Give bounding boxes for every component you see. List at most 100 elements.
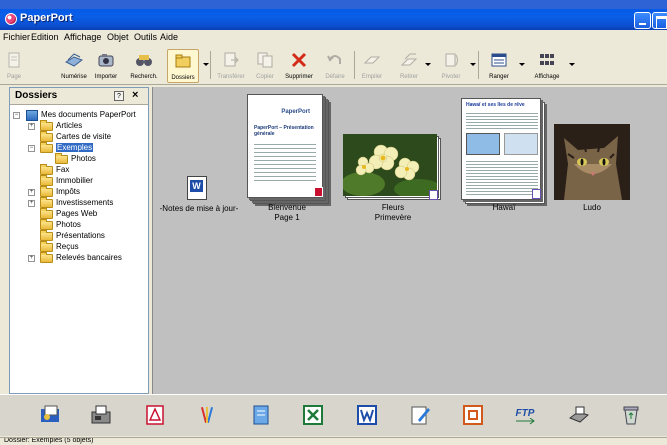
recherche-button[interactable]: Recherch. bbox=[129, 49, 159, 83]
dossiers-button[interactable]: Dossiers bbox=[167, 49, 199, 83]
page-button[interactable]: Page bbox=[3, 49, 25, 83]
tree-item-photos-sub[interactable]: Photos bbox=[43, 153, 148, 165]
empiler-label: Empiler bbox=[361, 74, 383, 80]
ftp-icon[interactable]: FTP bbox=[514, 404, 536, 426]
tree-item-mes-documents[interactable]: − Mes documents PaperPort bbox=[13, 110, 148, 121]
hawai-thumbnail[interactable]: Hawaï et ses îles de rêve bbox=[461, 98, 547, 206]
menu-affichage[interactable]: Affichage bbox=[64, 32, 101, 42]
close-icon[interactable]: × bbox=[132, 89, 138, 101]
tree-label: Immobilier bbox=[56, 176, 93, 185]
ranger-dropdown-icon[interactable] bbox=[519, 63, 525, 66]
empiler-button[interactable]: Empiler bbox=[358, 49, 386, 83]
tree-item-releves-bancaires[interactable]: + Relevés bancaires bbox=[28, 252, 148, 264]
title-strip bbox=[0, 0, 667, 9]
fax-icon[interactable] bbox=[90, 404, 112, 426]
notepad-icon[interactable] bbox=[250, 404, 272, 426]
recycle-bin-icon[interactable] bbox=[620, 404, 642, 426]
minimize-button[interactable] bbox=[634, 12, 651, 29]
supprimer-button[interactable]: Supprimer bbox=[282, 49, 316, 83]
tree-label: Fax bbox=[56, 165, 70, 174]
scanner-icon[interactable] bbox=[568, 404, 590, 426]
ludo-thumbnail[interactable] bbox=[554, 124, 630, 202]
expand-icon[interactable]: + bbox=[28, 123, 35, 130]
page-icon bbox=[8, 52, 20, 68]
tree-label: Présentations bbox=[56, 231, 105, 240]
outlook-icon[interactable] bbox=[39, 404, 61, 426]
tree-label: Relevés bancaires bbox=[56, 253, 122, 262]
powerpoint-icon[interactable] bbox=[462, 404, 484, 426]
folder-icon bbox=[55, 153, 68, 164]
notes-thumbnail[interactable]: W bbox=[187, 176, 209, 202]
menu-outils[interactable]: Outils bbox=[134, 32, 157, 42]
ftp-arrows-icon bbox=[516, 418, 535, 425]
paperport-logo: PaperPort bbox=[281, 109, 310, 115]
word-icon[interactable] bbox=[356, 404, 378, 426]
collapse-icon[interactable]: − bbox=[13, 112, 20, 119]
menu-bar: Fichier Edition Affichage Objet Outils A… bbox=[0, 30, 667, 45]
pdf-badge-icon bbox=[314, 187, 323, 197]
desktop-content-area[interactable]: W -Notes de mise à jour- PaperPort Paper… bbox=[152, 87, 667, 394]
tree-label: Photos bbox=[71, 154, 96, 163]
importer-button[interactable]: Importer bbox=[92, 49, 120, 83]
paperport-window: PaperPort Fichier Edition Affichage Obje… bbox=[0, 0, 667, 445]
paint-icon[interactable] bbox=[197, 404, 219, 426]
paperport-app-icon[interactable] bbox=[5, 13, 17, 25]
help-icon[interactable]: ? bbox=[114, 91, 124, 101]
status-text: Dossier: Exemples (5 objets) bbox=[4, 437, 94, 444]
scanner-icon bbox=[65, 53, 83, 67]
pivoter-button[interactable]: Pivoter bbox=[436, 49, 466, 83]
folder-icon bbox=[40, 131, 53, 142]
menu-aide[interactable]: Aide bbox=[160, 32, 178, 42]
tree-item-exemples[interactable]: − Exemples bbox=[28, 142, 148, 154]
toolbar-separator bbox=[210, 51, 211, 79]
document-page: PaperPort PaperPort – Présentation génér… bbox=[247, 94, 323, 198]
expand-icon[interactable]: + bbox=[28, 200, 35, 207]
dossiers-label: Dossiers bbox=[171, 75, 195, 81]
view-grid-icon bbox=[540, 54, 554, 65]
expand-icon[interactable]: + bbox=[28, 189, 35, 196]
folder-icon bbox=[40, 208, 53, 219]
cat-photo bbox=[554, 124, 630, 200]
title-bar[interactable]: PaperPort bbox=[0, 0, 667, 30]
maximize-button[interactable] bbox=[652, 12, 667, 29]
bienvenue-thumbnail[interactable]: PaperPort PaperPort – Présentation génér… bbox=[247, 94, 331, 206]
folders-pane: Dossiers ? × − Mes documents PaperPort +… bbox=[9, 87, 149, 394]
wordpad-icon[interactable] bbox=[409, 404, 431, 426]
expand-icon[interactable]: + bbox=[28, 255, 35, 262]
retirer-dropdown-icon[interactable] bbox=[425, 63, 431, 66]
ranger-button[interactable]: Ranger bbox=[484, 49, 514, 83]
document-text-lines bbox=[254, 141, 316, 181]
fleurs-caption-2: Primevère bbox=[374, 213, 412, 222]
retirer-button[interactable]: Retirer bbox=[396, 49, 422, 83]
document-title: PaperPort – Présentation générale bbox=[254, 125, 314, 137]
affichage-dropdown-icon[interactable] bbox=[569, 63, 575, 66]
importer-label: Importer bbox=[94, 74, 118, 80]
folders-pane-header: Dossiers ? × bbox=[10, 88, 148, 105]
fleurs-thumbnail[interactable] bbox=[343, 134, 443, 202]
tree-label: Impôts bbox=[56, 187, 81, 196]
pivoter-label: Pivoter bbox=[441, 74, 461, 80]
toolbar-separator bbox=[354, 51, 355, 79]
pdf-icon[interactable] bbox=[144, 404, 166, 426]
unstack-icon bbox=[400, 53, 418, 66]
excel-icon[interactable] bbox=[302, 404, 324, 426]
affichage-button[interactable]: Affichage bbox=[527, 49, 567, 83]
collapse-icon[interactable]: − bbox=[28, 145, 35, 152]
folders-icon bbox=[175, 54, 191, 68]
pivoter-dropdown-icon[interactable] bbox=[470, 63, 476, 66]
tree-label: Pages Web bbox=[56, 209, 98, 218]
copier-button[interactable]: Copier bbox=[252, 49, 278, 83]
menu-fichier[interactable]: Fichier bbox=[3, 32, 30, 42]
tree-label: Mes documents PaperPort bbox=[41, 110, 136, 119]
transferer-button[interactable]: Transférer bbox=[213, 49, 249, 83]
menu-edition[interactable]: Edition bbox=[31, 32, 59, 42]
defaire-button[interactable]: Défaire bbox=[322, 49, 348, 83]
document-text-lines bbox=[466, 159, 538, 195]
map-image bbox=[466, 133, 500, 155]
notes-caption: -Notes de mise à jour- bbox=[159, 204, 239, 213]
delete-x-icon bbox=[291, 52, 307, 68]
numerise-button[interactable]: Numérise bbox=[56, 49, 92, 83]
dossiers-dropdown-icon[interactable] bbox=[203, 63, 209, 66]
menu-objet[interactable]: Objet bbox=[107, 32, 129, 42]
window-title: PaperPort bbox=[20, 12, 73, 24]
